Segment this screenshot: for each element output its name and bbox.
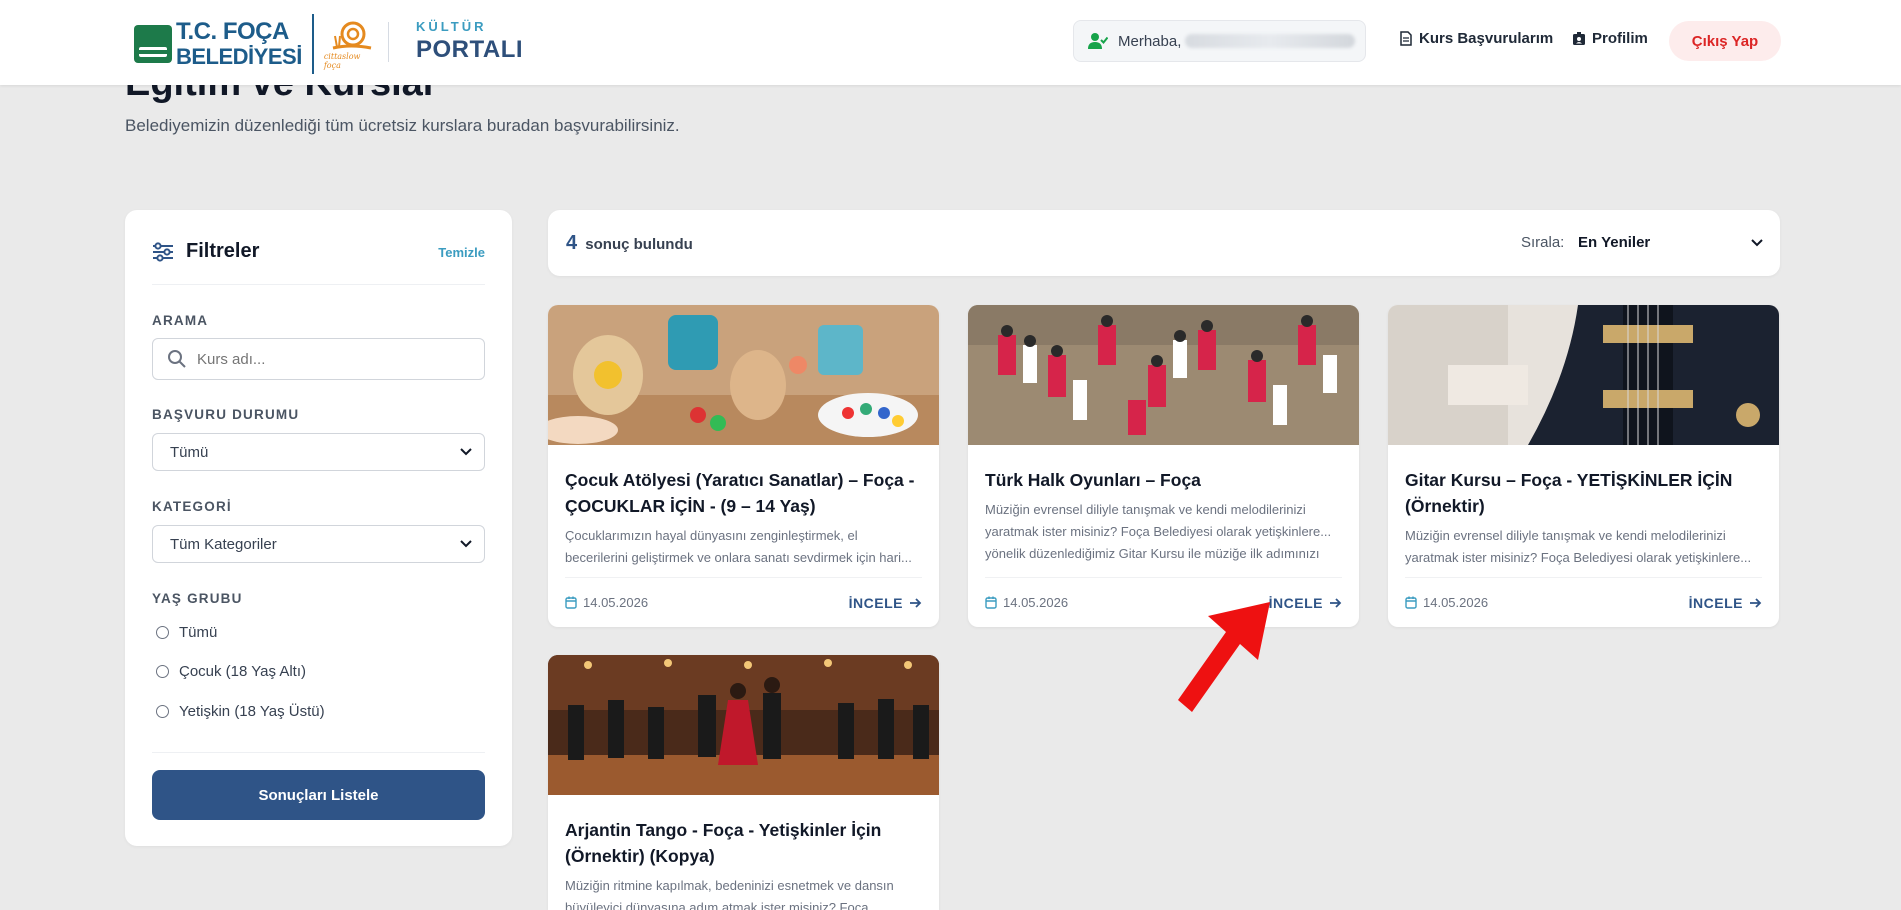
- results-number: 4: [566, 232, 578, 254]
- search-input[interactable]: [197, 350, 457, 368]
- course-description: Müziğin evrensel diliyle tanışmak ve ken…: [985, 502, 1332, 561]
- logo-line2: BELEDİYESİ: [176, 44, 302, 69]
- course-title[interactable]: Türk Halk Oyunları – Foça: [985, 467, 1342, 493]
- divider: [152, 284, 485, 285]
- category-label: KATEGORİ: [152, 499, 232, 514]
- portal-divider: [388, 22, 389, 62]
- course-image: [548, 655, 939, 795]
- card-footer: 14.05.2026 İNCELE: [985, 577, 1342, 627]
- view-course-button[interactable]: İNCELE: [1269, 595, 1342, 611]
- document-icon: [1400, 31, 1412, 46]
- card-footer: 14.05.2026 İNCELE: [565, 577, 922, 627]
- snail-icon: [332, 21, 372, 50]
- search-icon: [168, 350, 186, 368]
- course-card[interactable]: Arjantin Tango - Foça - Yetişkinler İçin…: [548, 655, 939, 910]
- course-title[interactable]: Arjantin Tango - Foça - Yetişkinler İçin…: [565, 817, 922, 869]
- annotation-arrow-icon: [1178, 602, 1270, 712]
- nav-profile[interactable]: Profilim: [1572, 30, 1648, 47]
- municipality-logo[interactable]: T.C. FOÇA BELEDİYESİ cittaslow foça: [134, 14, 380, 74]
- seal-icon: [134, 25, 172, 63]
- calendar-icon: [985, 596, 997, 609]
- age-radio-child[interactable]: Çocuk (18 Yaş Altı): [156, 663, 306, 680]
- course-image: [1388, 305, 1779, 445]
- user-check-icon: [1088, 33, 1108, 49]
- course-title[interactable]: Çocuk Atölyesi (Yaratıcı Sanatlar) – Foç…: [565, 467, 922, 519]
- logo-line1: T.C. FOÇA: [176, 18, 289, 45]
- calendar-icon: [565, 596, 577, 609]
- sort-label: Sırala:: [1521, 234, 1565, 251]
- course-card[interactable]: Gitar Kursu – Foça - YETİŞKİNLER İÇİN (Ö…: [1388, 305, 1779, 627]
- cittaslow-logo: cittaslow foça: [324, 16, 380, 72]
- course-date: 14.05.2026: [1405, 595, 1488, 610]
- card-footer: 14.05.2026 İNCELE: [1405, 577, 1762, 627]
- filters-header: Filtreler: [152, 240, 259, 263]
- status-select-value: Tümü: [170, 443, 209, 461]
- course-image: [548, 305, 939, 445]
- age-radio-all[interactable]: Tümü: [156, 624, 217, 641]
- filters-title: Filtreler: [186, 240, 260, 262]
- cittaslow-caption: cittaslow foça: [323, 52, 361, 70]
- arrow-right-icon: [910, 597, 922, 608]
- course-description: Müziğin ritmine kapılmak, bedeninizi esn…: [565, 878, 894, 910]
- arrow-right-icon: [1330, 597, 1342, 608]
- course-card[interactable]: Türk Halk Oyunları – Foça Müziğin evrens…: [968, 305, 1359, 627]
- age-group-label: YAŞ GRUBU: [152, 591, 243, 606]
- page-subtitle: Belediyemizin düzenlediği tüm ücretsiz k…: [125, 116, 680, 135]
- category-select-value: Tüm Kategoriler: [170, 535, 277, 553]
- filters-panel: Filtreler Temizle ARAMA BAŞVURU DURUMU T…: [125, 210, 512, 846]
- radio-button[interactable]: [156, 665, 169, 678]
- logo-divider: [311, 14, 314, 74]
- course-date: 14.05.2026: [565, 595, 648, 610]
- greeting-text: Merhaba,: [1118, 32, 1182, 50]
- results-count-label: sonuç bulundu: [585, 236, 693, 253]
- course-title[interactable]: Gitar Kursu – Foça - YETİŞKİNLER İÇİN (Ö…: [1405, 467, 1762, 519]
- course-image: [968, 305, 1359, 445]
- logout-button[interactable]: Çıkış Yap: [1669, 21, 1781, 61]
- portal-small-label: KÜLTÜR: [416, 19, 487, 34]
- age-radio-adult[interactable]: Yetişkin (18 Yaş Üstü): [156, 703, 325, 720]
- sort-select[interactable]: En Yeniler: [1578, 234, 1763, 251]
- course-card[interactable]: Çocuk Atölyesi (Yaratıcı Sanatlar) – Foç…: [548, 305, 939, 627]
- chevron-down-icon: [460, 448, 472, 456]
- chevron-down-icon: [460, 540, 472, 548]
- results-toolbar: 4 sonuç bulundu Sırala: En Yeniler: [548, 210, 1780, 276]
- id-card-icon: [1573, 32, 1585, 45]
- chevron-down-icon: [1751, 238, 1763, 246]
- user-greeting: Merhaba,: [1073, 20, 1366, 62]
- nav-my-applications[interactable]: Kurs Başvurularım: [1399, 30, 1553, 47]
- radio-button[interactable]: [156, 626, 169, 639]
- search-label: ARAMA: [152, 313, 209, 328]
- list-results-button[interactable]: Sonuçları Listele: [152, 770, 485, 820]
- divider: [152, 752, 485, 753]
- view-course-button[interactable]: İNCELE: [1689, 595, 1762, 611]
- course-description: Çocuklarımızın hayal dünyasını zenginleş…: [565, 528, 912, 565]
- results-count: 4 sonuç bulundu: [566, 232, 693, 255]
- portal-title[interactable]: KÜLTÜR PORTALI: [416, 20, 523, 62]
- view-course-button[interactable]: İNCELE: [849, 595, 922, 611]
- category-select[interactable]: Tüm Kategoriler: [152, 525, 485, 563]
- search-field[interactable]: [152, 338, 485, 380]
- portal-big-label: PORTALI: [416, 36, 524, 63]
- status-select[interactable]: Tümü: [152, 433, 485, 471]
- status-label: BAŞVURU DURUMU: [152, 407, 300, 422]
- sort-select-value: En Yeniler: [1578, 234, 1651, 251]
- arrow-right-icon: [1750, 597, 1762, 608]
- sliders-icon: [153, 241, 173, 262]
- calendar-icon: [1405, 596, 1417, 609]
- radio-button[interactable]: [156, 705, 169, 718]
- top-header: T.C. FOÇA BELEDİYESİ cittaslow foça KÜLT…: [0, 0, 1901, 85]
- clear-filters-link[interactable]: Temizle: [438, 245, 485, 260]
- blurred-username: [1185, 34, 1356, 48]
- course-date: 14.05.2026: [985, 595, 1068, 610]
- course-description: Müziğin evrensel diliyle tanışmak ve ken…: [1405, 528, 1752, 565]
